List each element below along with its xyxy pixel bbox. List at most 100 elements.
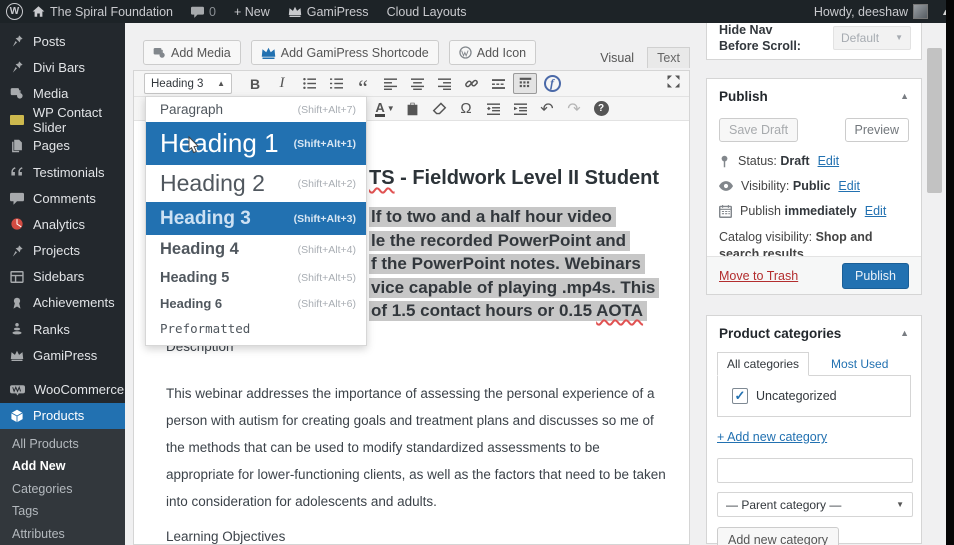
insert-link-button[interactable]	[459, 73, 483, 94]
edit-visibility-link[interactable]: Edit	[838, 179, 860, 193]
sidebar-item-analytics[interactable]: Analytics	[0, 211, 125, 237]
italic-button[interactable]: I	[270, 73, 294, 94]
fullscreen-button[interactable]	[666, 74, 681, 94]
admin-bar-gamipress[interactable]: GamiPress	[279, 0, 378, 23]
pushpin-icon	[10, 60, 24, 74]
document-body[interactable]: Description This webinar addresses the i…	[166, 339, 666, 545]
uncategorized-checkbox[interactable]: ✓	[732, 388, 748, 404]
edit-schedule-link[interactable]: Edit	[865, 204, 887, 218]
admin-bar-comments[interactable]: 0	[182, 0, 225, 23]
add-new-category-link[interactable]: + Add new category	[717, 430, 827, 444]
menu-item-heading6[interactable]: Heading 6 (Shift+Alt+6)	[146, 291, 366, 316]
facebook-embed-button[interactable]: f	[540, 73, 564, 94]
media-icon	[10, 86, 24, 100]
align-left-button[interactable]	[378, 73, 402, 94]
new-category-name-input[interactable]	[717, 458, 913, 483]
sidebar-item-achievements[interactable]: Achievements	[0, 290, 125, 316]
hide-nav-select[interactable]: Default ▼	[833, 26, 911, 50]
align-right-button[interactable]	[432, 73, 456, 94]
submenu-tags[interactable]: Tags	[0, 500, 125, 522]
special-character-button[interactable]: Ω	[454, 98, 478, 119]
menu-item-heading4[interactable]: Heading 4 (Shift+Alt+4)	[146, 235, 366, 264]
undo-button[interactable]: ↶	[535, 98, 559, 119]
sidebar-item-products[interactable]: Products	[0, 403, 125, 429]
tab-all-categories[interactable]: All categories	[717, 352, 809, 376]
award-icon	[10, 296, 24, 310]
admin-bar-account[interactable]: Howdy, deeshaw	[805, 0, 941, 23]
numbered-list-button[interactable]	[324, 73, 348, 94]
sidebar-item-gamipress[interactable]: GamiPress	[0, 342, 125, 368]
caret-down-icon: ▼	[896, 500, 904, 509]
outdent-button[interactable]	[481, 98, 505, 119]
caret-down-icon: ▼	[387, 104, 395, 113]
toolbar-toggle-button[interactable]	[513, 73, 537, 94]
wordpress-admin-page: W The Spiral Foundation 0 + New GamiPres…	[0, 0, 954, 545]
admin-bar-site-name[interactable]: The Spiral Foundation	[23, 0, 182, 23]
submenu-add-new[interactable]: Add New	[0, 455, 125, 477]
sidebar-item-media[interactable]: Media	[0, 80, 125, 106]
admin-bar-new[interactable]: + New	[225, 0, 279, 23]
sidebar-item-pages[interactable]: Pages	[0, 133, 125, 159]
format-select[interactable]: Heading 3 ▲	[144, 73, 232, 94]
redo-button[interactable]: ↷	[562, 98, 586, 119]
tab-most-used[interactable]: Most Used	[831, 357, 888, 376]
woocommerce-icon	[10, 384, 25, 396]
sidebar-item-comments[interactable]: Comments	[0, 185, 125, 211]
text-color-button[interactable]: A ▼	[373, 98, 397, 119]
editor-toolbar-row1: Heading 3 ▲ B I “	[134, 71, 689, 97]
collapse-arrow-icon[interactable]: ▲	[900, 91, 909, 101]
collapse-arrow-icon[interactable]: ▲	[900, 328, 909, 338]
hide-nav-label: Hide Nav Before Scroll:	[719, 22, 809, 54]
admin-menu: Posts Divi Bars Media WP Contact Slider …	[0, 0, 125, 545]
sidebar-item-woocommerce[interactable]: WooCommerce	[0, 376, 125, 402]
submenu-all-products[interactable]: All Products	[0, 433, 125, 455]
product-title-text[interactable]: TS - Fieldwork Level II Student	[369, 167, 659, 190]
submenu-categories[interactable]: Categories	[0, 478, 125, 500]
menu-item-heading3[interactable]: Heading 3 (Shift+Alt+3)	[146, 202, 366, 235]
publish-panel: Publish ▲ Save Draft Preview Status: Dra…	[706, 78, 922, 295]
menu-item-preformatted[interactable]: Preformatted	[146, 316, 366, 341]
categories-panel-body: All categories Most Used ✓ Uncategorized…	[707, 350, 921, 545]
edit-status-link[interactable]: Edit	[818, 154, 840, 168]
page-scrollbar[interactable]	[924, 23, 946, 545]
tab-visual[interactable]: Visual	[591, 47, 643, 68]
selected-text-block[interactable]: lf to two and a half hour video le the r…	[369, 205, 659, 323]
admin-bar-cloud-layouts[interactable]: Cloud Layouts	[378, 0, 476, 23]
sidebar-item-wp-contact-slider[interactable]: WP Contact Slider	[0, 107, 125, 133]
clear-formatting-button[interactable]	[427, 98, 451, 119]
wordpress-logo-icon[interactable]: W	[6, 3, 23, 20]
scrollbar-thumb[interactable]	[927, 48, 942, 193]
blockquote-button[interactable]: “	[351, 73, 375, 94]
paste-as-text-button[interactable]	[400, 98, 424, 119]
sidebar-item-projects[interactable]: Projects	[0, 238, 125, 264]
categories-panel-header[interactable]: Product categories ▲	[707, 316, 921, 350]
help-button[interactable]: ?	[589, 98, 613, 119]
sidebar-item-ranks[interactable]: Ranks	[0, 316, 125, 342]
menu-item-heading5[interactable]: Heading 5 (Shift+Alt+5)	[146, 264, 366, 291]
add-new-category-button[interactable]: Add new category	[717, 527, 839, 545]
menu-item-heading2[interactable]: Heading 2 (Shift+Alt+2)	[146, 165, 366, 202]
bullet-list-button[interactable]	[297, 73, 321, 94]
menu-item-heading1[interactable]: Heading 1 (Shift+Alt+1)	[146, 122, 366, 165]
caret-up-icon: ▲	[217, 79, 225, 88]
calendar-icon	[719, 205, 732, 218]
publish-panel-header[interactable]: Publish ▲	[707, 79, 921, 113]
menu-item-paragraph[interactable]: Paragraph (Shift+Alt+7)	[146, 97, 366, 122]
tab-text[interactable]: Text	[647, 47, 690, 68]
sidebar-item-sidebars[interactable]: Sidebars	[0, 264, 125, 290]
save-draft-button[interactable]: Save Draft	[719, 118, 798, 142]
indent-button[interactable]	[508, 98, 532, 119]
sidebar-item-divi-bars[interactable]: Divi Bars	[0, 54, 125, 80]
sidebar-item-posts[interactable]: Posts	[0, 28, 125, 54]
sidebar-item-testimonials[interactable]: Testimonials	[0, 159, 125, 185]
bold-button[interactable]: B	[243, 73, 267, 94]
align-center-button[interactable]	[405, 73, 429, 94]
preview-button[interactable]: Preview	[845, 118, 909, 142]
submenu-attributes[interactable]: Attributes	[0, 522, 125, 544]
read-more-button[interactable]	[486, 73, 510, 94]
publish-button[interactable]: Publish	[842, 263, 909, 289]
question-mark-icon: ?	[594, 101, 609, 116]
howdy-text: Howdy, deeshaw	[814, 5, 908, 19]
parent-category-select[interactable]: — Parent category — ▼	[717, 492, 913, 517]
move-to-trash-link[interactable]: Move to Trash	[719, 269, 798, 283]
